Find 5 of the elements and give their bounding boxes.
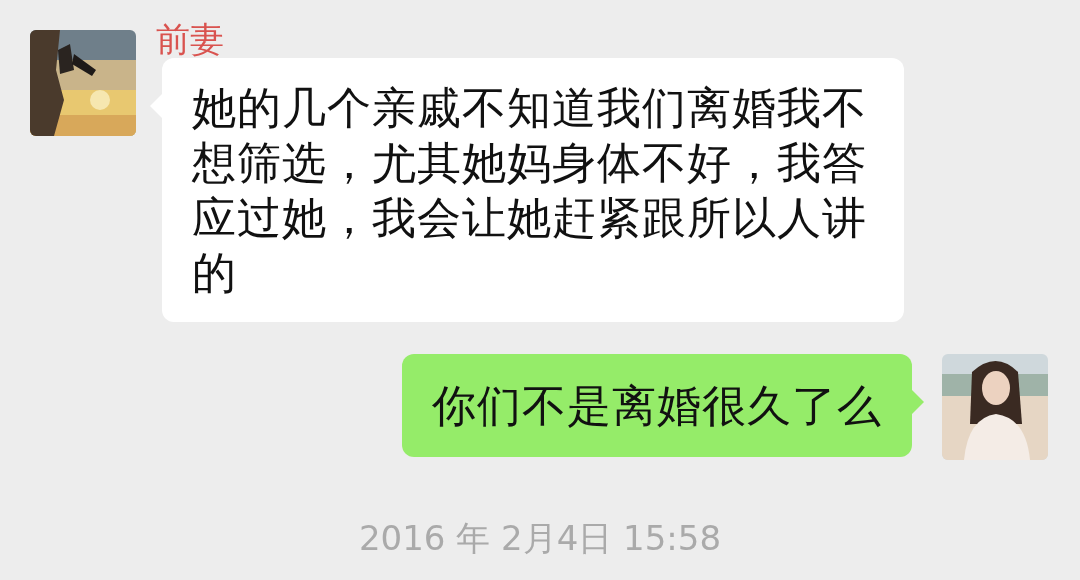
message-bubble: 她的几个亲戚不知道我们离婚我不想筛选，尤其她妈身体不好，我答应过她，我会让她赶紧跟所以人讲的 xyxy=(162,58,904,322)
sender-name: 前妻 xyxy=(156,20,225,58)
message-bubble: 你们不是离婚很久了么 xyxy=(402,354,912,457)
timestamp: 2016 年 2月4日 15:58 xyxy=(358,517,722,560)
bubble-tail xyxy=(912,390,924,414)
